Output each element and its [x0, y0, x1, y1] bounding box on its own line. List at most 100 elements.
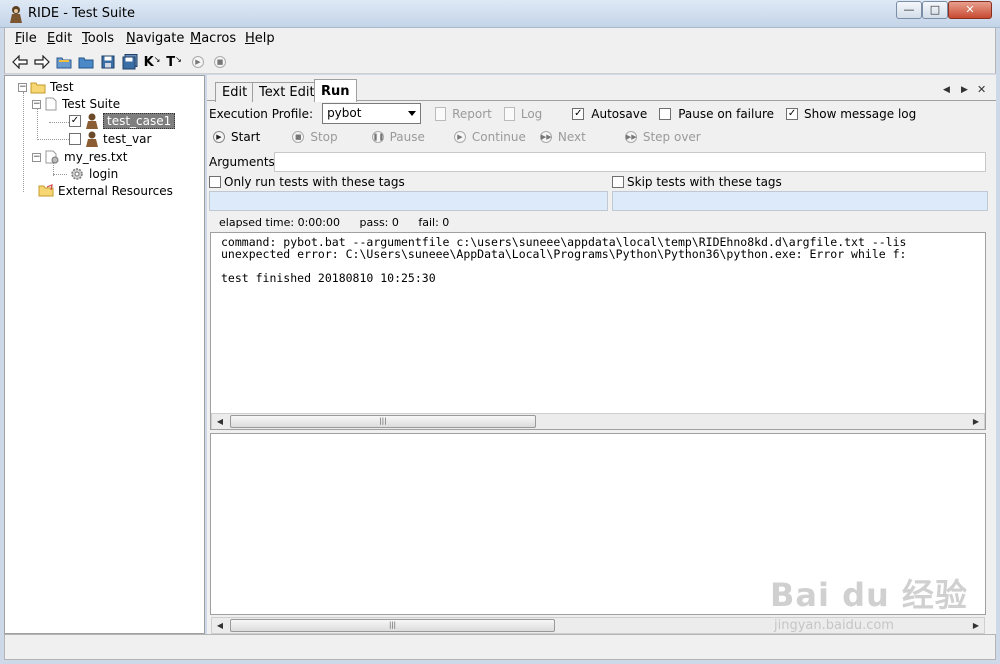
include-tags-input[interactable] [209, 191, 608, 211]
file-icon [45, 97, 57, 111]
pause-on-failure-checkbox[interactable] [659, 107, 672, 120]
console-line-4: test finished 20180810 10:25:30 [221, 271, 436, 285]
menu-file[interactable]: File [15, 31, 37, 46]
skip-tags-checkbox[interactable] [612, 176, 624, 188]
resource-file-icon [45, 150, 59, 164]
collapse-toggle[interactable]: − [18, 82, 27, 92]
execution-profile-select[interactable]: pybot [322, 103, 422, 124]
start-button[interactable]: Start [231, 130, 260, 144]
open-folder-icon[interactable] [55, 53, 73, 71]
autosave-label: Autosave [591, 106, 648, 121]
editor-panel: Edit Text Edit Run ◀ ▶ ✕ Execution Profi… [207, 75, 996, 634]
menu-tools[interactable]: Tools [82, 31, 114, 46]
save-all-icon[interactable] [121, 53, 139, 71]
menu-edit-label: dit [55, 31, 73, 46]
pass-count: pass: 0 [359, 216, 399, 229]
include-tags-row: Only run tests with these tags [209, 174, 405, 190]
tree-node-test-suite[interactable]: − Test Suite [32, 96, 120, 112]
open-directory-icon[interactable] [77, 53, 95, 71]
step-over-button[interactable]: Step over [643, 130, 701, 144]
menu-edit[interactable]: Edit [47, 31, 72, 46]
tree-label-test-var: test_var [103, 132, 152, 146]
menu-navigate[interactable]: Navigate [126, 31, 184, 46]
report-button[interactable]: Report [452, 107, 492, 121]
scroll-right-icon[interactable]: ▶ [968, 414, 984, 429]
arguments-input[interactable] [274, 152, 986, 172]
tab-run[interactable]: Run [314, 79, 357, 102]
menu-tools-label: ools [87, 31, 115, 46]
fail-count: fail: 0 [418, 216, 450, 229]
next-button[interactable]: Next [558, 130, 586, 144]
tab-scroll-right-icon[interactable]: ▶ [961, 85, 968, 95]
back-arrow-icon[interactable] [11, 53, 29, 71]
tree-node-external-resources[interactable]: External Resources [38, 183, 173, 199]
tree-label-test-case1: test_case1 [103, 113, 176, 129]
collapse-toggle[interactable]: − [32, 152, 41, 162]
test-var-checkbox[interactable] [69, 133, 81, 145]
menu-help-accel: H [245, 31, 255, 46]
menu-edit-accel: E [47, 31, 56, 46]
external-folder-icon [38, 184, 54, 197]
test-search-label: T [166, 54, 176, 70]
continue-button[interactable]: Continue [472, 130, 526, 144]
scroll-thumb[interactable]: ||| [230, 619, 555, 632]
save-icon[interactable] [99, 53, 117, 71]
test-search-icon[interactable]: T ↘ [165, 53, 183, 71]
log-button[interactable]: Log [521, 107, 542, 121]
folder-icon [30, 82, 46, 93]
run-status: elapsed time: 0:00:00 pass: 0 fail: 0 [219, 216, 465, 229]
tree-connector [37, 139, 71, 140]
tree-label-test: Test [50, 80, 74, 94]
output-console[interactable]: command: pybot.bat --argumentfile c:\use… [210, 232, 986, 430]
test-case1-checkbox[interactable]: ✓ [69, 115, 81, 127]
console-line-2: unexpected error: C:\Users\suneee\AppDat… [221, 247, 907, 261]
tree-label-external-resources: External Resources [58, 184, 173, 198]
tab-text-edit[interactable]: Text Edit [252, 82, 322, 102]
toolbar: K ↘ T ↘ ▶ ■ [4, 50, 996, 74]
tree-node-my-res[interactable]: − my_res.txt [32, 149, 127, 165]
tree-node-test-case1[interactable]: ✓ test_case1 [69, 113, 176, 129]
tree-connector [49, 122, 71, 123]
keyword-search-icon[interactable]: K ↘ [143, 53, 161, 71]
tree-node-test[interactable]: − Test [18, 79, 74, 95]
scroll-left-icon[interactable]: ◀ [212, 414, 228, 429]
next-icon: ▶▶ [539, 131, 552, 143]
arguments-row: Arguments: [209, 153, 279, 171]
exclude-tags-input[interactable] [612, 191, 988, 211]
tab-close-icon[interactable]: ✕ [977, 83, 986, 96]
minimize-button[interactable]: — [896, 1, 922, 19]
forward-arrow-icon[interactable] [33, 53, 51, 71]
autosave-checkbox[interactable]: ✓ [572, 107, 585, 120]
window-title: RIDE - Test Suite [28, 6, 135, 21]
chevron-down-icon [408, 111, 417, 116]
scroll-right-icon[interactable]: ▶ [968, 618, 984, 633]
robot-test-icon [86, 113, 98, 129]
tree-node-test-var[interactable]: test_var [69, 131, 151, 147]
console-horizontal-scrollbar[interactable]: ◀ ||| ▶ [211, 413, 985, 429]
show-message-log-checkbox[interactable]: ✓ [786, 107, 799, 120]
close-button[interactable]: ✕ [948, 1, 992, 19]
menu-bar: File Edit Tools Navigate Macros Help [4, 28, 996, 50]
scroll-left-icon[interactable]: ◀ [212, 618, 228, 633]
only-run-tags-checkbox[interactable] [209, 176, 221, 188]
tree-label-my-res: my_res.txt [64, 150, 128, 164]
menu-macros[interactable]: Macros [190, 31, 236, 46]
pause-on-failure-label: Pause on failure [678, 106, 775, 121]
tree-connector [23, 92, 24, 192]
tree-node-login[interactable]: login [69, 166, 118, 182]
tab-scroll-left-icon[interactable]: ◀ [943, 85, 950, 95]
pause-button[interactable]: Pause [390, 130, 425, 144]
execution-profile-value: pybot [327, 106, 362, 120]
collapse-toggle[interactable]: − [32, 99, 41, 109]
status-bar [4, 634, 996, 660]
run-icon[interactable]: ▶ [189, 53, 207, 71]
stop-button[interactable]: Stop [310, 130, 337, 144]
skip-tags-label: Skip tests with these tags [627, 175, 782, 189]
scroll-thumb[interactable]: ||| [230, 415, 536, 428]
tab-edit[interactable]: Edit [215, 82, 255, 102]
maximize-button[interactable]: □ [922, 1, 948, 19]
stop-icon[interactable]: ■ [211, 53, 229, 71]
menu-help[interactable]: Help [245, 31, 275, 46]
baidu-watermark: Bai du 经验 jingyan.baidu.com [770, 570, 968, 633]
report-icon [435, 106, 447, 121]
